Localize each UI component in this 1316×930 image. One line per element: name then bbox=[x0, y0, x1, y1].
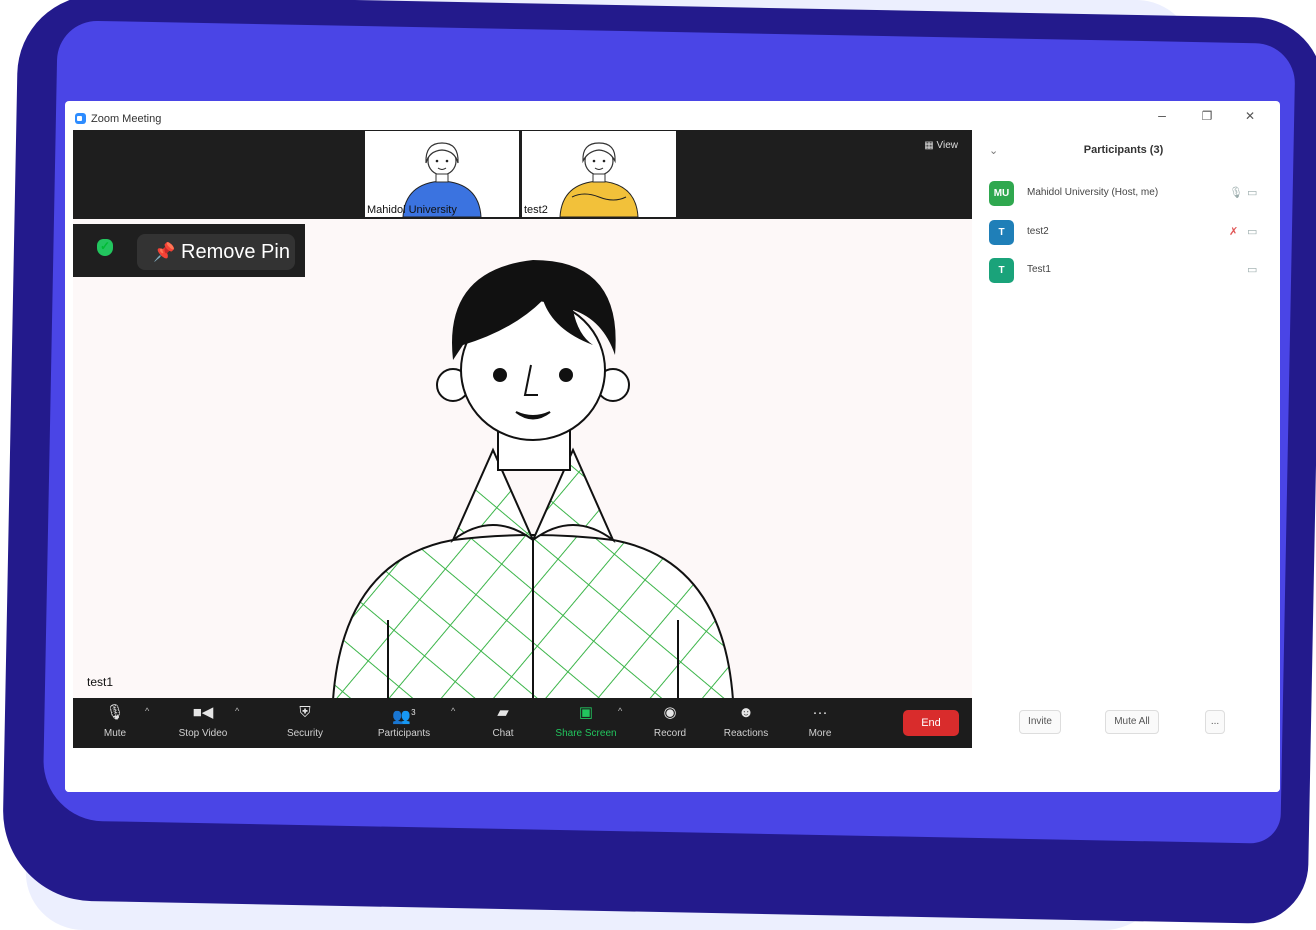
camera-icon: ▭ bbox=[1247, 264, 1258, 276]
participant-name: Test1 bbox=[1027, 264, 1051, 275]
view-button[interactable]: ▦ View bbox=[924, 140, 958, 151]
meeting-area: Mahidol University test2 ▦ View 📌 bbox=[73, 130, 972, 748]
participants-footer: Invite Mute All ... bbox=[975, 710, 1272, 742]
window-title: Zoom Meeting bbox=[91, 113, 162, 125]
meeting-toolbar: 🎙 Mute ^ ■◀ Stop Video ^ ⛨ Security 👥3 Parti… bbox=[73, 698, 972, 748]
participants-icon: 👥3 bbox=[392, 708, 416, 725]
mute-options-caret[interactable]: ^ bbox=[145, 706, 149, 716]
chat-icon: ▰ bbox=[497, 704, 509, 721]
share-options-caret[interactable]: ^ bbox=[618, 706, 622, 716]
minimize-button[interactable]: – bbox=[1152, 107, 1172, 123]
avatar: MU bbox=[989, 181, 1014, 206]
more-options-button[interactable]: ... bbox=[1205, 710, 1225, 734]
security-button[interactable]: ⛨ Security bbox=[270, 704, 340, 739]
thumbnail-test2[interactable]: test2 bbox=[522, 131, 676, 217]
thumbnail-strip: Mahidol University test2 ▦ View bbox=[73, 130, 972, 219]
participant-row[interactable]: T test2 ✗ ▭ bbox=[989, 220, 1269, 246]
participant-row[interactable]: MU Mahidol University (Host, me) 🎙 ▭ bbox=[989, 181, 1269, 207]
zoom-logo-icon bbox=[75, 113, 86, 124]
title-bar: Zoom Meeting – ❐ ✕ bbox=[65, 101, 1280, 129]
mute-button[interactable]: 🎙 Mute bbox=[80, 704, 150, 739]
more-icon: ··· bbox=[812, 704, 828, 721]
avatar: T bbox=[989, 258, 1014, 283]
thumbnail-name: test2 bbox=[524, 204, 548, 216]
chat-button[interactable]: ▰ Chat bbox=[468, 704, 538, 739]
video-icon: ■◀ bbox=[192, 704, 214, 721]
remove-pin-label: Remove Pin bbox=[181, 241, 290, 263]
stop-video-button[interactable]: ■◀ Stop Video bbox=[168, 704, 238, 739]
speaker-name: test1 bbox=[87, 675, 114, 689]
participant-name: test2 bbox=[1027, 226, 1049, 237]
share-screen-icon: ▣ bbox=[578, 704, 594, 721]
pin-icon: 📌 bbox=[153, 242, 176, 262]
mic-muted-icon: ✗ bbox=[1229, 226, 1239, 238]
end-meeting-button[interactable]: End bbox=[903, 710, 959, 736]
thumbnail-mahidol[interactable]: Mahidol University bbox=[365, 131, 519, 217]
participants-header: ⌄ Participants (3) bbox=[975, 142, 1272, 162]
zoom-window: Zoom Meeting – ❐ ✕ Mahidol University te… bbox=[65, 101, 1280, 792]
shield-check-icon bbox=[97, 239, 113, 256]
mic-icon: 🎙 bbox=[105, 704, 125, 721]
avatar: T bbox=[989, 220, 1014, 245]
window-bottom bbox=[65, 748, 1280, 792]
reactions-button[interactable]: ☻ Reactions bbox=[711, 704, 781, 739]
camera-icon: ▭ bbox=[1247, 226, 1258, 238]
participants-panel: ⌄ Participants (3) MU Mahidol University… bbox=[975, 130, 1272, 748]
share-screen-button[interactable]: ▣ Share Screen bbox=[551, 704, 621, 739]
restore-button[interactable]: ❐ bbox=[1197, 109, 1217, 123]
reactions-icon: ☻ bbox=[738, 704, 754, 721]
shield-icon: ⛨ bbox=[299, 704, 311, 721]
more-button[interactable]: ··· More bbox=[785, 704, 855, 739]
mic-icon: 🎙 bbox=[1229, 187, 1243, 199]
participant-row[interactable]: T Test1 ▭ bbox=[989, 258, 1269, 284]
participant-name: Mahidol University (Host, me) bbox=[1027, 187, 1159, 198]
speaker-illustration bbox=[331, 260, 735, 701]
close-button[interactable]: ✕ bbox=[1240, 109, 1260, 123]
participants-button[interactable]: 👥3 Participants bbox=[369, 704, 439, 739]
remove-pin-button[interactable]: 📌 Remove Pin bbox=[137, 234, 295, 270]
record-button[interactable]: ◉ Record bbox=[635, 704, 705, 739]
pin-overlay: 📌 Remove Pin bbox=[73, 224, 305, 277]
invite-button[interactable]: Invite bbox=[1019, 710, 1061, 734]
participants-options-caret[interactable]: ^ bbox=[451, 706, 455, 716]
grid-icon: ▦ bbox=[924, 140, 937, 151]
participants-title: Participants (3) bbox=[1083, 144, 1164, 156]
thumbnail-name: Mahidol University bbox=[367, 204, 457, 216]
video-options-caret[interactable]: ^ bbox=[235, 706, 239, 716]
record-icon: ◉ bbox=[663, 704, 677, 721]
mute-all-button[interactable]: Mute All bbox=[1105, 710, 1159, 734]
camera-icon: ▭ bbox=[1247, 187, 1258, 199]
